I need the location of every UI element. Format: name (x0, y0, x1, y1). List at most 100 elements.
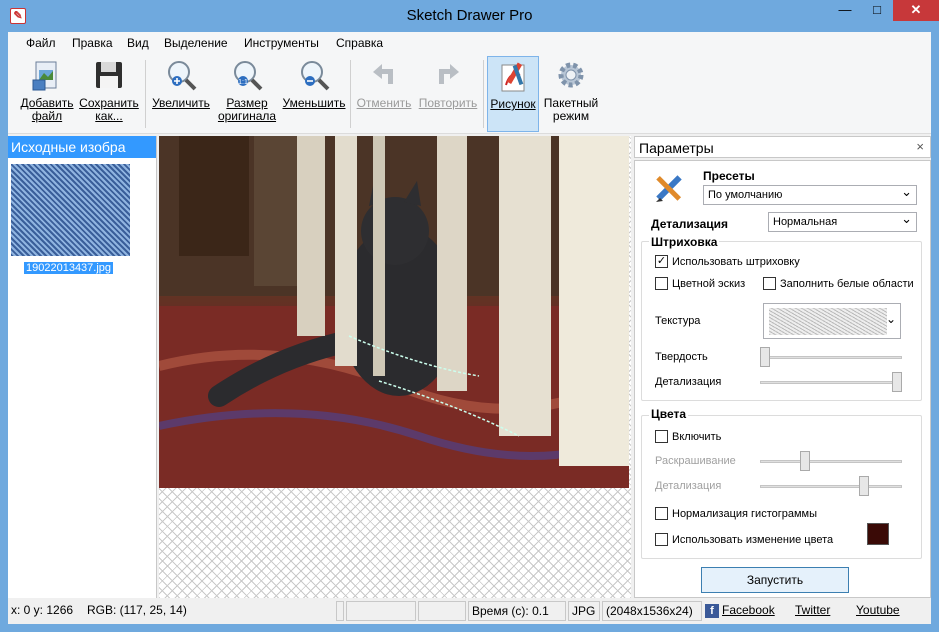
color-swatch[interactable] (867, 523, 889, 545)
hatch-detail-slider[interactable] (760, 381, 902, 384)
checkbox-box[interactable] (763, 277, 776, 290)
hatch-detail-slider-thumb[interactable] (892, 372, 902, 392)
app-window: ✎ Sketch Drawer Pro — □ ✕ Файл Правка Ви… (0, 0, 939, 632)
menu-tools[interactable]: Инструменты (244, 36, 319, 50)
color-sketch-checkbox[interactable]: Цветной эскиз (655, 277, 745, 290)
texture-dropdown[interactable]: ⌄ (763, 303, 901, 339)
status-cell (346, 601, 416, 621)
batch-mode-label-2: режим (552, 109, 590, 123)
zoom-out-button[interactable]: Уменьшить (281, 58, 347, 130)
toolbar-separator (350, 60, 351, 128)
colors-group-title: Цвета (649, 407, 689, 421)
menu-view[interactable]: Вид (127, 36, 149, 50)
add-file-button[interactable]: Добавить файл (18, 58, 76, 130)
zoom-in-button[interactable]: Увеличить (149, 58, 213, 130)
original-size-label-1: Размер (226, 96, 268, 110)
hardness-slider-thumb[interactable] (760, 347, 770, 367)
drawing-icon (496, 59, 530, 93)
coloring-label: Раскрашивание (655, 455, 736, 467)
coloring-slider-thumb[interactable] (799, 451, 810, 471)
drawing-mode-button[interactable]: Рисунок (487, 56, 539, 132)
fill-white-checkbox[interactable]: Заполнить белые области (763, 277, 914, 290)
zoom-original-icon: 1:1 (230, 58, 264, 92)
floppy-disk-icon (92, 58, 126, 92)
twitter-link[interactable]: Twitter (795, 603, 830, 617)
maximize-button[interactable]: □ (862, 0, 892, 21)
color-detail-label: Детализация (655, 480, 722, 492)
image-dimensions: (2048x1536x24) (602, 601, 702, 621)
toolbar: Добавить файл Сохранить как... Увеличить 1… (8, 54, 931, 134)
add-file-label-2: файл (31, 109, 63, 123)
youtube-link[interactable]: Youtube (856, 603, 900, 617)
source-images-title: Исходные изобра (8, 136, 156, 158)
batch-mode-button[interactable]: Пакетный режим (541, 58, 601, 130)
hatch-detail-label: Детализация (655, 376, 722, 388)
detail-label: Детализация (651, 217, 728, 231)
facebook-link[interactable]: Facebook (722, 603, 775, 617)
add-image-icon (30, 58, 64, 92)
image-canvas[interactable] (159, 136, 631, 598)
svg-text:1:1: 1:1 (238, 79, 248, 86)
redo-button[interactable]: Повторить (416, 58, 480, 130)
client-area: Файл Правка Вид Выделение Инструменты Сп… (8, 32, 931, 624)
status-cell (418, 601, 466, 621)
checkbox-box[interactable] (655, 533, 668, 546)
rgb-readout: RGB: (117, 25, 14) (87, 603, 187, 617)
fill-white-label: Заполнить белые области (780, 277, 914, 290)
thumbnail-filename[interactable]: 19022013437.jpg (24, 262, 114, 274)
color-detail-slider-thumb[interactable] (859, 476, 869, 496)
menu-selection[interactable]: Выделение (164, 36, 228, 50)
hardness-slider[interactable] (760, 356, 902, 359)
menu-help[interactable]: Справка (336, 36, 383, 50)
color-detail-slider[interactable] (760, 485, 902, 488)
checkbox-box[interactable]: ✓ (655, 255, 668, 268)
minimize-button[interactable]: — (830, 0, 860, 21)
checkbox-box[interactable] (655, 430, 668, 443)
parameters-body: Пресеты По умолчанию Детализация Нормаль… (634, 160, 931, 598)
use-hatching-checkbox[interactable]: ✓ Использовать штриховку (655, 255, 800, 268)
menu-file[interactable]: Файл (26, 36, 56, 50)
close-icon[interactable]: × (916, 139, 924, 154)
checkbox-box[interactable] (655, 277, 668, 290)
title-bar: ✎ Sketch Drawer Pro — □ ✕ (0, 0, 939, 32)
use-hatching-label: Использовать штриховку (672, 255, 800, 268)
histogram-checkbox[interactable]: Нормализация гистограммы (655, 507, 817, 520)
original-size-button[interactable]: 1:1 Размер оригинала (215, 58, 279, 130)
redo-label: Повторить (418, 96, 478, 110)
hardness-label: Твердость (655, 351, 708, 363)
undo-arrow-icon (367, 58, 401, 92)
checkbox-box[interactable] (655, 507, 668, 520)
hatching-group-title: Штриховка (649, 235, 720, 249)
redo-arrow-icon (431, 58, 465, 92)
photo-preview (159, 136, 629, 488)
texture-preview (769, 308, 887, 335)
batch-mode-label-1: Пакетный (543, 96, 599, 110)
close-button[interactable]: ✕ (893, 0, 939, 21)
save-as-button[interactable]: Сохранить как... (78, 58, 140, 130)
enable-colors-checkbox[interactable]: Включить (655, 430, 721, 443)
run-button[interactable]: Запустить (701, 567, 849, 593)
status-cell (336, 601, 344, 621)
texture-label: Текстура (655, 315, 701, 327)
window-title: Sketch Drawer Pro (406, 7, 533, 24)
detail-dropdown[interactable]: Нормальная (768, 211, 917, 232)
zoom-in-label: Увеличить (152, 96, 210, 110)
save-as-label-1: Сохранить (79, 96, 139, 110)
toolbar-separator (483, 60, 484, 128)
image-thumbnail[interactable] (11, 164, 130, 256)
undo-button[interactable]: Отменить (354, 58, 414, 130)
menu-edit[interactable]: Правка (72, 36, 113, 50)
file-format: JPG (568, 601, 600, 621)
coloring-slider[interactable] (760, 460, 902, 463)
histogram-label: Нормализация гистограммы (672, 507, 818, 520)
save-as-label-2: как... (95, 109, 123, 123)
facebook-icon[interactable]: f (705, 604, 719, 618)
zoom-in-icon (164, 58, 198, 92)
enable-colors-label: Включить (672, 430, 722, 443)
color-change-checkbox[interactable]: Использовать изменение цвета (655, 533, 833, 546)
gear-icon (554, 58, 588, 92)
pencil-brush-icon (651, 171, 687, 207)
original-size-label-2: оригинала (217, 109, 277, 123)
presets-dropdown[interactable]: По умолчанию (703, 184, 917, 205)
color-sketch-label: Цветной эскиз (672, 277, 746, 290)
